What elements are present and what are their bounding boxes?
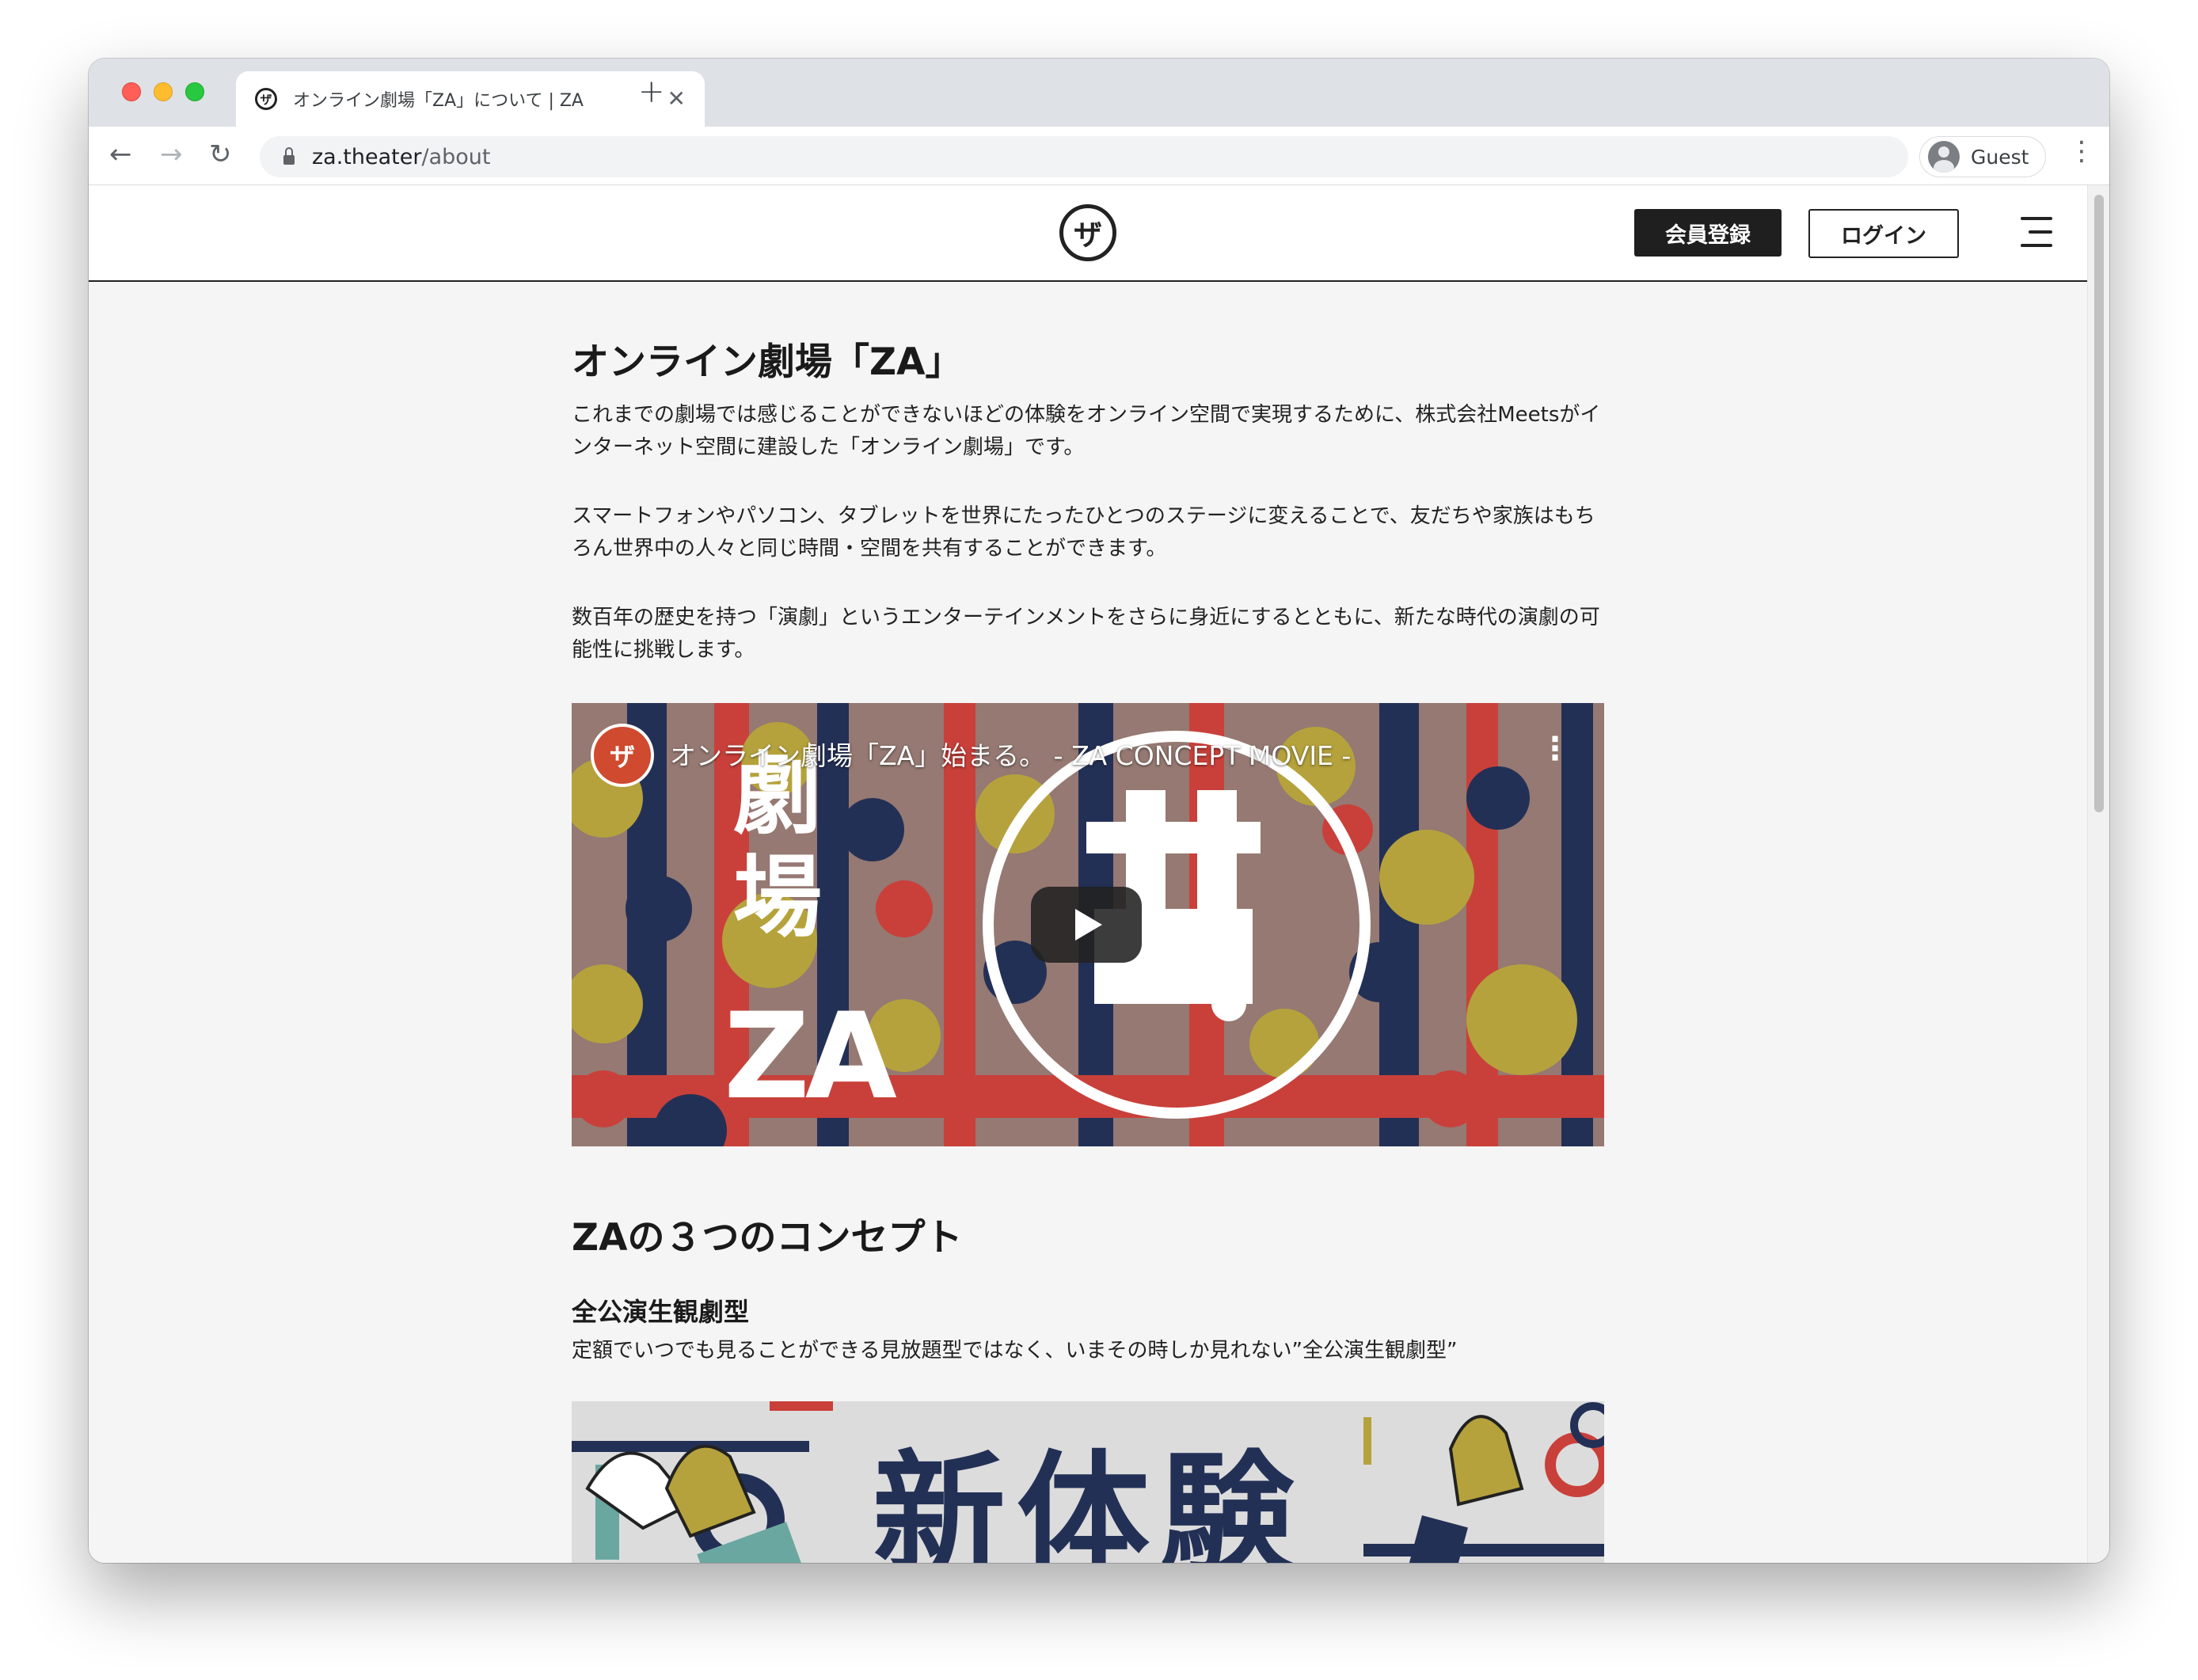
url-text[interactable]: za.theater/about [312,145,490,169]
close-tab-icon[interactable]: ✕ [667,88,686,110]
thumbnail-text-3: ZA [724,988,897,1126]
za-logo-icon[interactable]: ザ [1059,204,1116,261]
back-arrow-icon[interactable]: ← [109,141,132,168]
scrollbar-thumb[interactable] [2094,195,2104,812]
intro-paragraph-2: スマートフォンやパソコン、タブレットを世界にたったひとつのステージに変えることで… [572,504,1595,561]
concept-1-title: 全公演生観劇型 [572,1297,750,1327]
channel-avatar-icon[interactable]: ザ [591,724,654,787]
page-title: オンライン劇場「ZA」 [572,340,963,384]
reload-icon[interactable]: ↻ [209,141,232,168]
banner-text: 新体験 [873,1438,1305,1563]
play-button[interactable] [1031,887,1142,963]
intro-paragraph-1: これまでの劇場では感じることができないほどの体験をオンライン空間で実現するために… [572,403,1601,459]
concept-banner-image: 新体験 [572,1401,1604,1563]
login-button[interactable]: ログイン [1808,209,1959,258]
address-bar[interactable]: za.theater/about [260,136,1908,177]
profile-button[interactable]: Guest [1919,136,2046,177]
url-path: /about [421,144,491,169]
video-title[interactable]: オンライン劇場「ZA」始まる。 - ZA CONCEPT MOVIE - [670,735,1351,773]
browser-window: ザ オンライン劇場「ZA」について | ZA ✕ + ← → ↻ za.thea… [89,59,2109,1563]
concept-1-description: 定額でいつでも見ることができる見放題型ではなく、いまその時しか見れない”全公演生… [572,1339,1458,1363]
minimize-window-button[interactable] [154,82,173,101]
guest-avatar-icon [1928,141,1960,173]
browser-menu-icon[interactable]: ⋮ [2068,138,2095,165]
thumbnail-text-2: 場 [733,846,822,949]
browser-toolbar: ← → ↻ za.theater/about Guest ⋮ [89,127,2109,185]
za-favicon-icon: ザ [255,88,277,110]
maximize-window-button[interactable] [185,82,204,101]
forward-arrow-icon[interactable]: → [160,141,183,168]
hamburger-menu-icon[interactable] [2017,217,2052,249]
concepts-heading: ZAの３つのコンセプト [572,1216,963,1260]
page-viewport: ザ 会員登録 ログイン オンライン劇場「ZA」 これまでの劇場では感じることがで… [89,185,2109,1563]
tab-title: オンライン劇場「ZA」について | ZA [293,91,584,111]
lock-icon [283,147,295,165]
intro-paragraph-3: 数百年の歴史を持つ「演劇」というエンターテインメントをさらに身近にするとともに、… [572,606,1600,662]
close-window-button[interactable] [122,82,141,101]
video-player[interactable]: 劇 場 ZA ザ オンライン劇場「ZA」始まる。 - ZA CONCEPT MO… [572,703,1604,1146]
page-scrollbar[interactable] [2087,185,2109,1563]
tab-active[interactable]: ザ オンライン劇場「ZA」について | ZA ✕ [236,71,705,127]
url-host: za.theater [312,144,422,169]
profile-name: Guest [1971,145,2029,169]
tab-strip: ザ オンライン劇場「ZA」について | ZA ✕ + [89,59,2109,127]
site-header: ザ 会員登録 ログイン [89,185,2087,282]
video-more-icon[interactable]: ⋮ [1539,733,1571,765]
new-tab-button[interactable]: + [638,76,665,108]
register-button[interactable]: 会員登録 [1634,209,1782,257]
